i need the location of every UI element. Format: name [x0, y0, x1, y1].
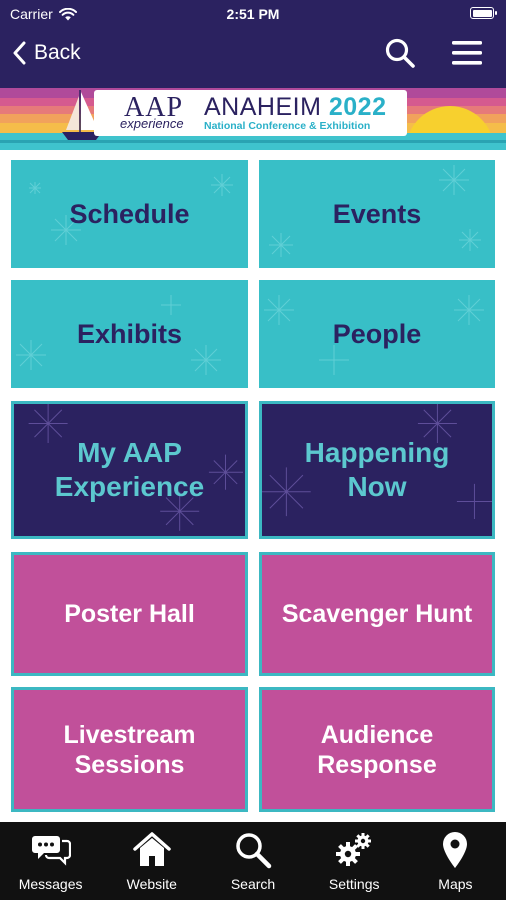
tile-happening-now[interactable]: Happening Now [259, 401, 495, 539]
tile-my-aap-experience-label: My AAP Experience [55, 436, 204, 503]
tile-label-line: My AAP [77, 437, 182, 469]
tab-maps[interactable]: Maps [405, 822, 506, 900]
tile-exhibits-label: Exhibits [76, 318, 183, 349]
search-icon [236, 833, 272, 869]
tile-livestream-sessions[interactable]: Livestream Sessions [11, 687, 248, 812]
tile-label-line: Now [347, 471, 407, 502]
map-pin-icon [443, 832, 468, 868]
tile-events-label: Events [332, 198, 422, 229]
tile-audience-response[interactable]: Audience Response [259, 687, 495, 812]
app-screen: Carrier 2:51 PM Back AAP experience ANAH… [0, 0, 506, 900]
tile-label-line: Audience [320, 720, 434, 749]
messages-icon [31, 836, 71, 866]
tile-livestream-sessions-label: Livestream Sessions [63, 720, 195, 780]
tile-people[interactable]: People [259, 280, 495, 388]
tile-label-line: Response [317, 750, 437, 779]
tile-audience-response-label: Audience Response [317, 720, 436, 780]
status-time: 2:51 PM [226, 6, 280, 22]
tile-label-line: Sessions [74, 750, 185, 779]
tab-settings-label: Settings [328, 876, 380, 892]
tile-label-line: Happening [304, 437, 450, 469]
conference-banner: AAP experience ANAHEIM 2022 National Con… [0, 78, 506, 150]
tile-schedule[interactable]: Schedule [11, 160, 248, 268]
battery-fill [472, 9, 492, 17]
tile-scavenger-hunt-label: Scavenger Hunt [281, 600, 473, 628]
gears-icon [336, 833, 372, 866]
tab-messages[interactable]: Messages [0, 822, 101, 900]
tab-search-label: Search [230, 876, 276, 892]
battery-icon [470, 7, 497, 19]
home-icon [133, 832, 171, 866]
back-label: Back [34, 41, 81, 64]
tile-scavenger-hunt[interactable]: Scavenger Hunt [259, 552, 495, 676]
logo-year: 2022 [328, 93, 387, 121]
feature-grid: Schedule Events Exhibits People My AAP E… [0, 150, 506, 822]
conference-logo: AAP experience ANAHEIM 2022 National Con… [94, 90, 407, 136]
tab-website[interactable]: Website [101, 822, 202, 900]
logo-subtitle: National Conference & Exhibition [204, 120, 371, 132]
tile-exhibits[interactable]: Exhibits [11, 280, 248, 388]
tile-people-label: People [332, 318, 422, 349]
tile-label-line: Livestream [63, 720, 196, 749]
tab-settings[interactable]: Settings [304, 822, 405, 900]
logo-city-name: ANAHEIM [204, 93, 322, 121]
navigation-bar: Back [0, 28, 506, 78]
tile-schedule-label: Schedule [69, 198, 190, 229]
logo-experience: experience [120, 116, 184, 131]
tab-search[interactable]: Search [202, 822, 303, 900]
tab-maps-label: Maps [438, 876, 473, 892]
chevron-left-icon [13, 41, 26, 65]
search-icon[interactable] [383, 36, 417, 70]
tile-poster-hall-label: Poster Hall [64, 600, 195, 628]
back-button[interactable]: Back [12, 37, 81, 69]
tile-events[interactable]: Events [259, 160, 495, 268]
tile-happening-now-label: Happening Now [305, 436, 450, 503]
tile-poster-hall[interactable]: Poster Hall [11, 552, 248, 676]
status-bar: Carrier 2:51 PM [0, 0, 506, 28]
bottom-tab-bar: Messages Website Search Settings Maps [0, 822, 506, 900]
tile-my-aap-experience[interactable]: My AAP Experience [11, 401, 248, 539]
tab-messages-label: Messages [18, 876, 83, 892]
logo-city: ANAHEIM 2022 [204, 93, 386, 122]
tab-website-label: Website [126, 876, 177, 892]
tile-label-line: Experience [54, 471, 205, 502]
hamburger-menu-icon[interactable] [450, 38, 484, 68]
